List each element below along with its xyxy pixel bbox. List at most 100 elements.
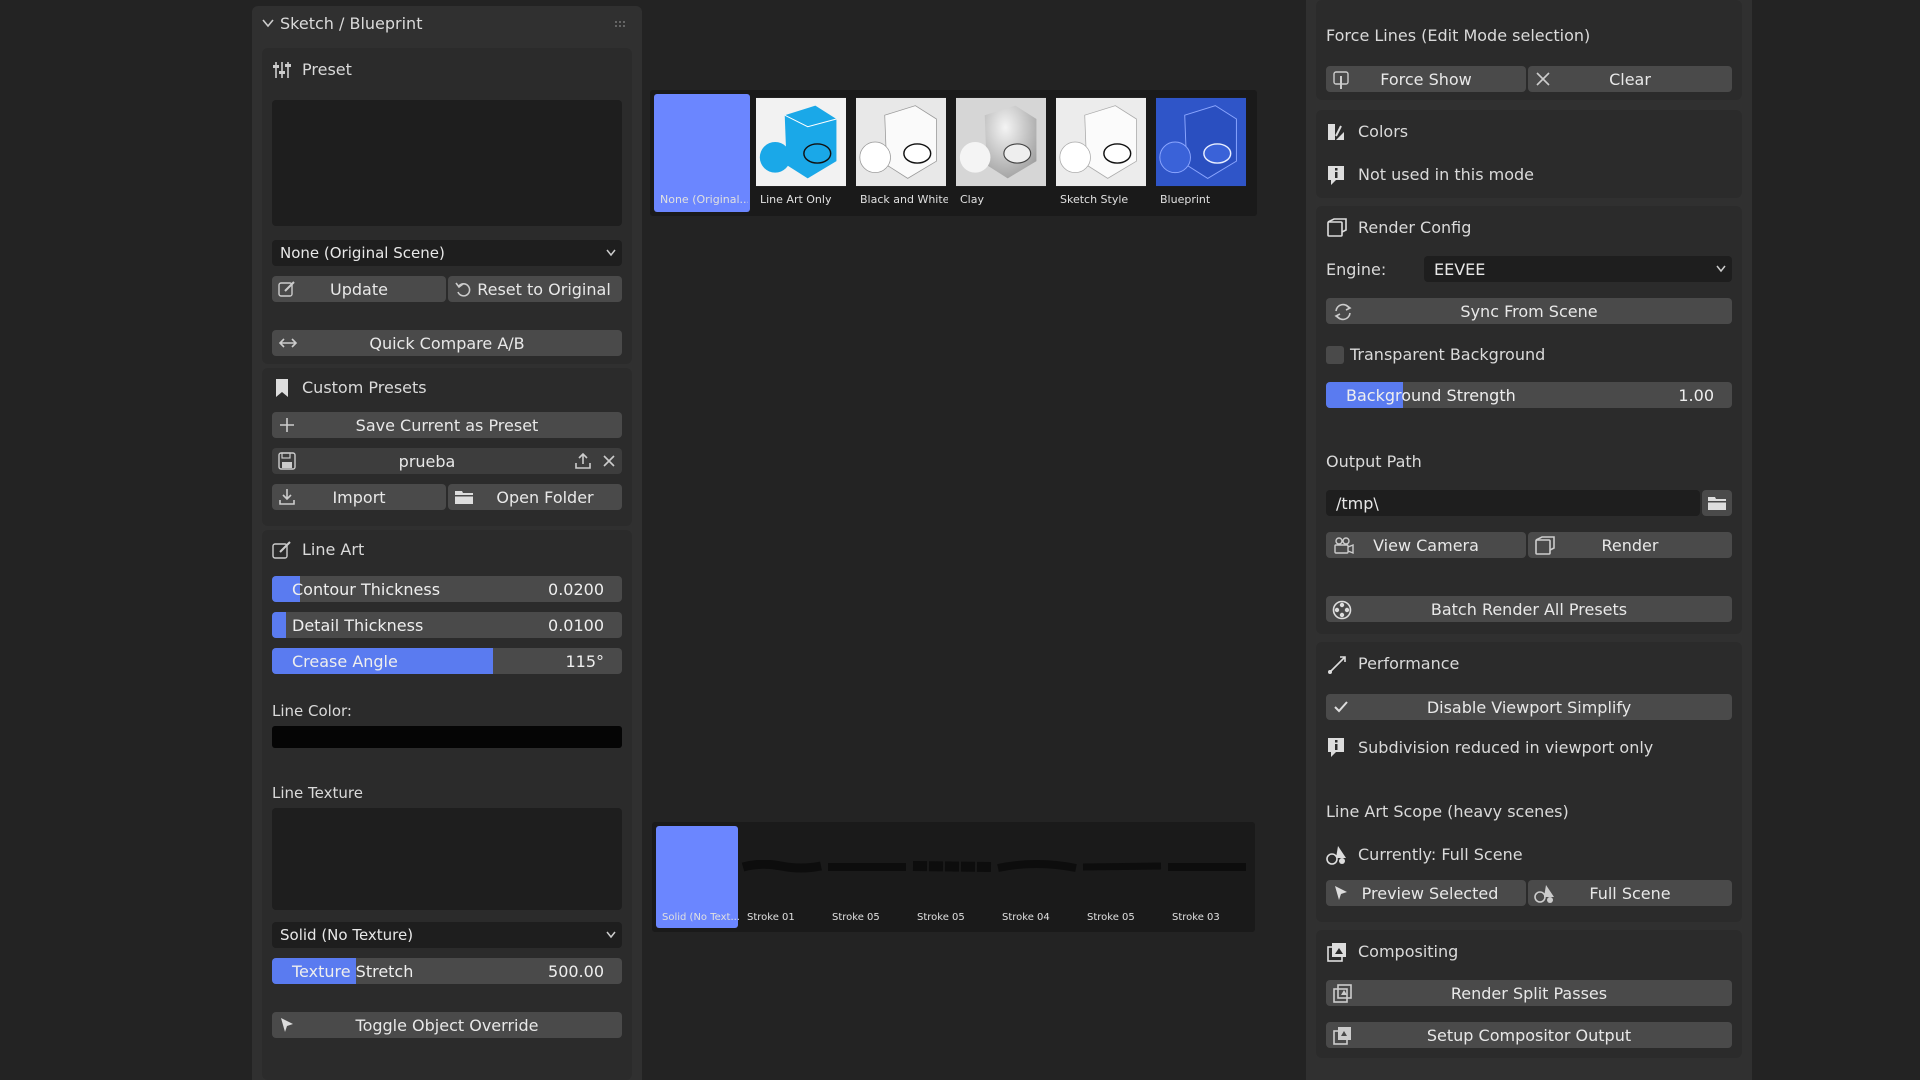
close-icon[interactable]	[602, 454, 616, 468]
export-icon[interactable]	[574, 452, 592, 470]
bookmark-icon	[274, 378, 294, 398]
open-folder-button[interactable]: Open Folder	[448, 484, 622, 510]
refresh-icon	[1332, 302, 1354, 321]
slider-value: 0.0200	[548, 580, 604, 599]
preset-thumb-blueprint[interactable]: Blueprint	[1154, 94, 1248, 212]
clear-button[interactable]: Clear	[1528, 66, 1732, 92]
slider-label: Texture Stretch	[292, 962, 414, 981]
preset-thumb-sketch-style[interactable]: Sketch Style	[1054, 94, 1148, 212]
preview-selected-label: Preview Selected	[1361, 883, 1499, 903]
preset-dropdown[interactable]: None (Original Scene)	[272, 240, 622, 266]
texture-stretch-slider[interactable]: Texture Stretch 500.00	[272, 958, 622, 984]
force-show-button[interactable]: Force Show	[1326, 66, 1526, 92]
batch-render-button[interactable]: Batch Render All Presets	[1326, 596, 1732, 622]
colors-info: Not used in this mode	[1358, 165, 1535, 184]
stroke-thumb[interactable]: Stroke 05	[826, 826, 910, 928]
render-button[interactable]: Render	[1528, 532, 1732, 558]
import-button[interactable]: Import	[272, 484, 446, 510]
stroke-thumb[interactable]: Stroke 05	[911, 826, 995, 928]
force-lines-section: Force Lines (Edit Mode selection) Force …	[1316, 0, 1742, 100]
output-path-field[interactable]: /tmp\	[1326, 490, 1700, 516]
stroke-thumb[interactable]: Stroke 04	[996, 826, 1080, 928]
line-color-swatch[interactable]	[272, 726, 622, 748]
blueprint-preview-image	[1156, 97, 1246, 187]
preset-thumbnail-strip: None (Original... Line Art Only Black an…	[650, 90, 1257, 216]
browse-folder-button[interactable]	[1702, 490, 1732, 516]
close-icon	[1534, 70, 1552, 88]
stroke-thumb[interactable]: Stroke 03	[1166, 826, 1250, 928]
slider-label: Detail Thickness	[292, 616, 424, 635]
stroke-thumb[interactable]: Stroke 01	[741, 826, 825, 928]
stroke-thumb[interactable]: Stroke 05	[1081, 826, 1165, 928]
drag-handle-icon[interactable]	[614, 20, 628, 28]
checkmark-icon	[1332, 698, 1350, 716]
thumb-caption: Stroke 01	[747, 912, 795, 923]
preset-thumb-none[interactable]: None (Original...	[654, 94, 750, 212]
preset-section: Preset None (Original Scene) Update Rese…	[262, 48, 632, 364]
quick-compare-button[interactable]: Quick Compare A/B	[272, 330, 622, 356]
chevron-down-icon	[606, 249, 616, 257]
reset-to-original-button[interactable]: Reset to Original	[448, 276, 622, 302]
sync-label: Sync From Scene	[1460, 301, 1598, 321]
chevron-down-icon[interactable]	[262, 18, 274, 28]
speed-icon	[1326, 654, 1346, 674]
stroke-thumb-solid[interactable]: Solid (No Text...	[656, 826, 740, 928]
chevron-down-icon	[606, 931, 616, 939]
line-art-preview-image	[756, 97, 846, 187]
line-color-label: Line Color:	[272, 702, 352, 720]
slider-value: 500.00	[548, 962, 604, 981]
disable-simplify-label: Disable Viewport Simplify	[1426, 697, 1632, 717]
engine-dropdown[interactable]: EEVEE	[1424, 256, 1732, 282]
preset-thumb-line-art-only[interactable]: Line Art Only	[754, 94, 848, 212]
thumb-caption: None (Original...	[660, 193, 748, 206]
slider-fill	[272, 612, 286, 638]
preset-thumb-clay[interactable]: Clay	[954, 94, 1048, 212]
disable-simplify-button[interactable]: Disable Viewport Simplify	[1326, 694, 1732, 720]
full-scene-button[interactable]: Full Scene	[1528, 880, 1732, 906]
right-panel: Force Lines (Edit Mode selection) Force …	[1306, 0, 1752, 1080]
thumb-caption: Line Art Only	[760, 193, 832, 206]
update-button[interactable]: Update	[272, 276, 446, 302]
reset-label: Reset to Original	[477, 279, 611, 299]
render-config-header: Render Config	[1358, 218, 1472, 237]
contour-thickness-slider[interactable]: Contour Thickness 0.0200	[272, 576, 622, 602]
detail-thickness-slider[interactable]: Detail Thickness 0.0100	[272, 612, 622, 638]
split-passes-label: Render Split Passes	[1450, 983, 1608, 1003]
engine-value: EEVEE	[1434, 259, 1486, 279]
line-texture-label: Line Texture	[272, 784, 363, 802]
thumb-caption: Blueprint	[1160, 193, 1211, 206]
preview-selected-button[interactable]: Preview Selected	[1326, 880, 1526, 906]
render-split-passes-button[interactable]: Render Split Passes	[1326, 980, 1732, 1006]
undo-icon	[454, 280, 472, 298]
layers-icon	[1332, 984, 1354, 1003]
performance-header: Performance	[1358, 654, 1460, 673]
compare-label: Quick Compare A/B	[369, 333, 525, 353]
preset-item-row[interactable]: prueba	[272, 448, 622, 474]
crease-angle-slider[interactable]: Crease Angle 115°	[272, 648, 622, 674]
sync-from-scene-button[interactable]: Sync From Scene	[1326, 298, 1732, 324]
toggle-object-override-button[interactable]: Toggle Object Override	[272, 1012, 622, 1038]
thumb-caption: Stroke 05	[1087, 912, 1135, 923]
line-art-section: Line Art Contour Thickness 0.0200 Detail…	[262, 530, 632, 1080]
thumb-caption: Sketch Style	[1060, 193, 1129, 206]
panel-header[interactable]: Sketch / Blueprint	[252, 6, 642, 44]
render-config-section: Render Config Engine: EEVEE Sync From Sc…	[1316, 206, 1742, 634]
setup-compositor-output-button[interactable]: Setup Compositor Output	[1326, 1022, 1732, 1048]
preset-thumb-black-and-white[interactable]: Black and White	[854, 94, 948, 212]
black-and-white-preview-image	[856, 97, 946, 187]
batch-label: Batch Render All Presets	[1430, 599, 1628, 619]
scope-label: Line Art Scope (heavy scenes)	[1326, 802, 1569, 821]
slider-label: Crease Angle	[292, 652, 398, 671]
view-camera-button[interactable]: View Camera	[1326, 532, 1526, 558]
render-icon	[1326, 218, 1347, 238]
folder-icon	[454, 488, 473, 506]
full-scene-label: Full Scene	[1589, 883, 1671, 903]
custom-presets-section: Custom Presets Save Current as Preset pr…	[262, 368, 632, 526]
output-path-value: /tmp\	[1336, 493, 1379, 513]
texture-dropdown[interactable]: Solid (No Texture)	[272, 922, 622, 948]
film-reel-icon	[1332, 600, 1354, 620]
save-icon	[278, 452, 296, 470]
transparent-checkbox[interactable]	[1326, 346, 1344, 364]
save-preset-button[interactable]: Save Current as Preset	[272, 412, 622, 438]
background-strength-slider[interactable]: Background Strength 1.00	[1326, 382, 1732, 408]
